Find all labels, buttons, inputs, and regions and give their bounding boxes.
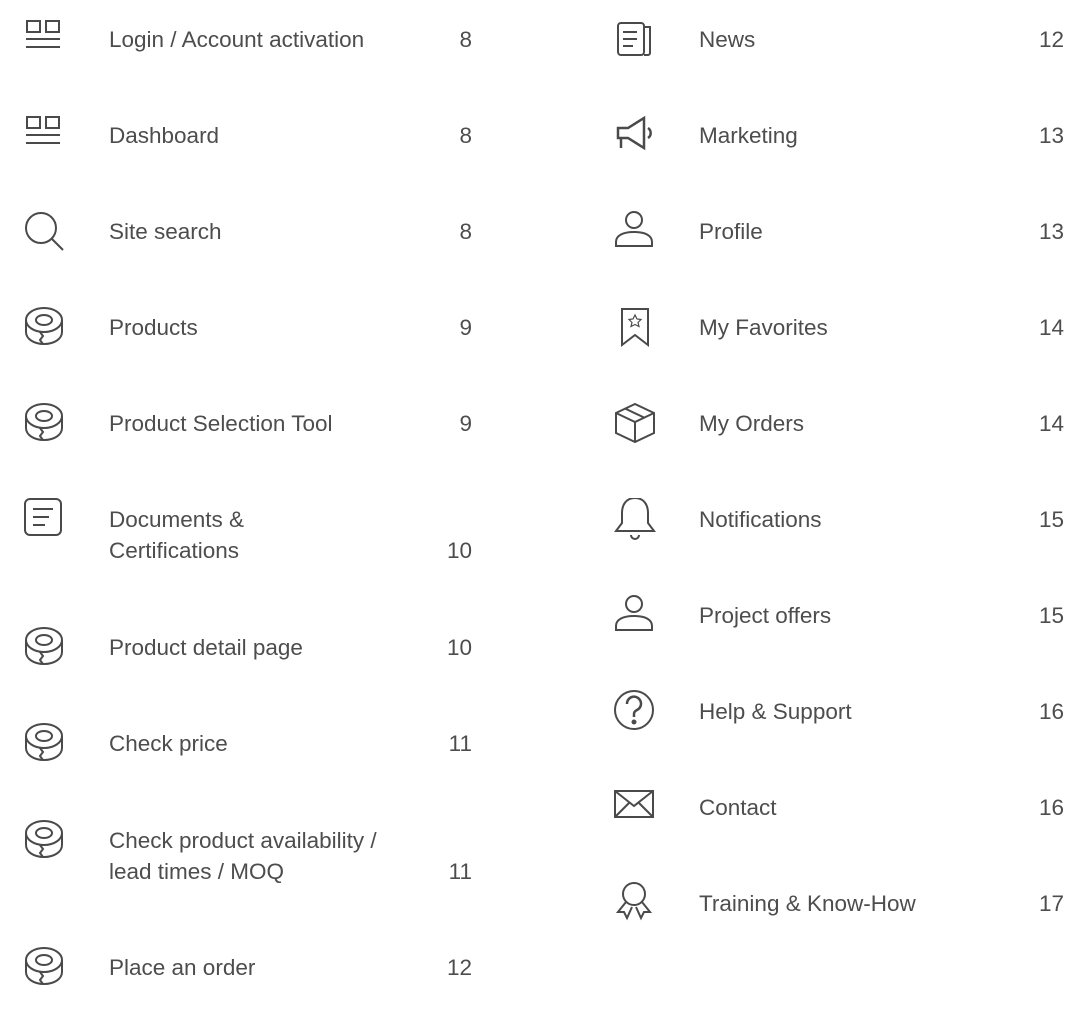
toc-entry-my-favorites[interactable]: My Favorites 14 — [612, 312, 1064, 372]
bookmark-star-icon — [612, 306, 658, 352]
toc-entry-help-support[interactable]: Help & Support 16 — [612, 696, 1064, 756]
toc-entry-dashboard[interactable]: Dashboard 8 — [22, 120, 472, 180]
table-of-contents: Login / Account activation 8 Dashboard 8 — [0, 0, 1069, 985]
tape-roll-icon — [22, 626, 68, 672]
user-icon — [612, 210, 658, 256]
toc-entry-label: Check product availability / lead times … — [109, 828, 377, 884]
tape-roll-icon — [22, 306, 68, 352]
toc-page-number: 11 — [448, 731, 472, 756]
toc-entry-product-detail-page[interactable]: Product detail page 10 — [22, 632, 472, 692]
toc-entry-label: Contact — [699, 795, 777, 820]
toc-entry-label: Place an order — [109, 955, 256, 980]
toc-entry-check-price[interactable]: Check price 11 — [22, 728, 472, 788]
toc-page-number: 8 — [459, 27, 472, 52]
toc-page-number: 16 — [1038, 795, 1064, 820]
toc-page-number: 13 — [1038, 123, 1064, 148]
toc-page-number: 15 — [1038, 603, 1064, 628]
toc-entry-project-offers[interactable]: Project offers 15 — [612, 600, 1064, 660]
toc-entry-news[interactable]: News 12 — [612, 24, 1064, 84]
toc-page-number: 11 — [448, 859, 472, 884]
toc-entry-label: Check price — [109, 731, 228, 756]
search-icon — [22, 210, 68, 256]
toc-page-number: 17 — [1038, 891, 1064, 916]
toc-entry-product-selection-tool[interactable]: Product Selection Tool 9 — [22, 408, 472, 468]
toc-entry-marketing[interactable]: Marketing 13 — [612, 120, 1064, 180]
toc-entry-label: Documents & Certifications — [109, 507, 245, 563]
envelope-icon — [612, 786, 658, 832]
toc-page-number: 9 — [459, 411, 472, 436]
toc-entry-label: Project offers — [699, 603, 832, 628]
tape-roll-icon — [22, 402, 68, 448]
toc-entry-profile[interactable]: Profile 13 — [612, 216, 1064, 276]
toc-page-number: 8 — [459, 123, 472, 148]
tape-roll-icon — [22, 722, 68, 768]
toc-entry-label: Training & Know-How — [699, 891, 916, 916]
toc-page-number: 8 — [459, 219, 472, 244]
toc-entry-label: Login / Account activation — [109, 27, 365, 52]
award-icon — [612, 882, 658, 928]
question-icon — [612, 690, 658, 736]
user-icon — [612, 594, 658, 640]
megaphone-icon — [612, 114, 658, 160]
box-icon — [612, 402, 658, 448]
toc-page-number: 10 — [446, 635, 472, 660]
toc-entry-label: Notifications — [699, 507, 822, 532]
toc-entry-label: Product Selection Tool — [109, 411, 333, 436]
toc-page-number: 9 — [459, 315, 472, 340]
toc-entry-training[interactable]: Training & Know-How 17 — [612, 888, 1064, 948]
toc-entry-label: Marketing — [699, 123, 798, 148]
news-icon — [612, 18, 658, 64]
toc-entry-documents-certifications[interactable]: Documents & Certifications 10 — [22, 504, 472, 564]
toc-entry-contact[interactable]: Contact 16 — [612, 792, 1064, 852]
toc-entry-label: Site search — [109, 219, 222, 244]
toc-page-number: 10 — [446, 538, 472, 563]
toc-entry-label: Dashboard — [109, 123, 220, 148]
toc-entry-notifications[interactable]: Notifications 15 — [612, 504, 1064, 564]
toc-page-number: 12 — [1038, 27, 1064, 52]
toc-entry-label: My Orders — [699, 411, 805, 436]
toc-page-number: 14 — [1038, 315, 1064, 340]
toc-page-number: 15 — [1038, 507, 1064, 532]
layout-icon — [22, 18, 68, 64]
toc-entry-check-availability[interactable]: Check product availability / lead times … — [22, 825, 472, 885]
toc-page-number: 12 — [446, 955, 472, 980]
toc-entry-place-order[interactable]: Place an order 12 — [22, 952, 472, 1012]
document-icon — [22, 498, 68, 544]
toc-entry-products[interactable]: Products 9 — [22, 312, 472, 372]
tape-roll-icon — [22, 819, 68, 865]
toc-entry-label: News — [699, 27, 756, 52]
toc-entry-label: My Favorites — [699, 315, 828, 340]
toc-entry-site-search[interactable]: Site search 8 — [22, 216, 472, 276]
tape-roll-icon — [22, 946, 68, 992]
bell-icon — [612, 498, 658, 544]
toc-entry-label: Products — [109, 315, 198, 340]
toc-page-number: 16 — [1038, 699, 1064, 724]
toc-entry-login[interactable]: Login / Account activation 8 — [22, 24, 472, 84]
toc-page-number: 13 — [1038, 219, 1064, 244]
layout-icon — [22, 114, 68, 160]
toc-entry-label: Profile — [699, 219, 763, 244]
toc-entry-label: Product detail page — [109, 635, 303, 660]
toc-entry-label: Help & Support — [699, 699, 852, 724]
toc-page-number: 14 — [1038, 411, 1064, 436]
toc-entry-my-orders[interactable]: My Orders 14 — [612, 408, 1064, 468]
